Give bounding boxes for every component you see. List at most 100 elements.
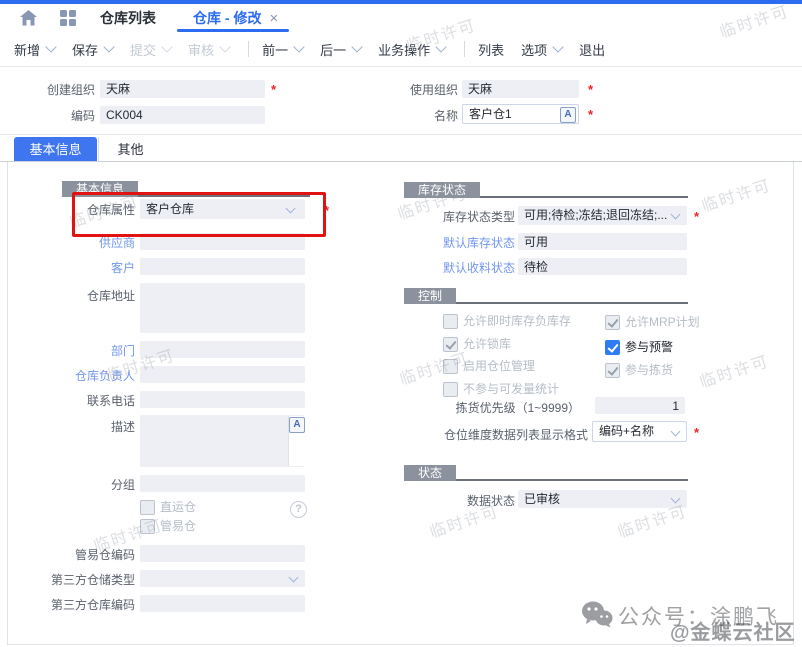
chevron-down-icon [351, 41, 362, 52]
multilang-icon[interactable]: A [560, 107, 576, 123]
picking-checkbox [605, 363, 620, 378]
lock-stock-checkbox [443, 337, 458, 352]
description-label: 描述 [20, 418, 135, 436]
apps-grid-icon[interactable] [60, 10, 76, 31]
warning-checkbox[interactable] [605, 340, 620, 355]
data-status-select[interactable]: 已审核 [518, 490, 687, 508]
options-button[interactable]: 选项 [521, 40, 562, 59]
phone-field [140, 391, 305, 408]
list-button[interactable]: 列表 [478, 40, 504, 59]
description-textarea [140, 415, 305, 467]
panel-border-left [7, 162, 8, 645]
toolbar: 新增 保存 提交 审核 前一 后一 业务操作 列表 选项 退出 [0, 33, 802, 65]
direct-ship-label: 直运仓 [160, 500, 196, 515]
group-inventory-status: 库存状态 [404, 182, 480, 198]
home-icon[interactable] [20, 10, 37, 31]
customer-link-label[interactable]: 客户 [20, 259, 135, 277]
third-party-type-label: 第三方仓储类型 [20, 571, 135, 589]
tab-basic-info[interactable]: 基本信息 [14, 137, 97, 162]
next-button[interactable]: 后一 [320, 40, 361, 59]
guanyi-checkbox [140, 519, 155, 534]
neg-stock-label: 允许即时库存负库存 [463, 314, 571, 329]
group-control: 控制 [404, 288, 456, 304]
code-label: 编码 [20, 107, 95, 125]
window-tab-warehouse-edit[interactable]: 仓库 - 修改× [193, 8, 278, 28]
default-receive-status-field: 待检 [518, 258, 687, 275]
business-ops-label: 业务操作 [378, 40, 430, 59]
community-watermark: @金蝶云社区 [670, 616, 796, 645]
department-field [140, 341, 305, 358]
active-tab-underline [177, 29, 289, 32]
exit-button[interactable]: 退出 [579, 40, 605, 59]
panel-border-right [793, 162, 794, 645]
audit-label: 审核 [188, 40, 214, 59]
third-party-type-select[interactable] [140, 570, 305, 587]
manager-link-label[interactable]: 仓库负责人 [20, 367, 135, 385]
license-watermark: 临时许可 [698, 171, 774, 216]
next-label: 后一 [320, 40, 346, 59]
save-label: 保存 [72, 40, 98, 59]
prev-label: 前一 [262, 40, 288, 59]
chevron-down-icon [219, 41, 230, 52]
default-stock-status-link[interactable]: 默认库存状态 [400, 234, 515, 252]
save-button[interactable]: 保存 [72, 40, 113, 59]
address-label: 仓库地址 [20, 287, 135, 305]
group-field-label: 分组 [20, 476, 135, 494]
tab-bottom-border [0, 161, 802, 162]
mrp-label: 允许MRP计划 [625, 315, 700, 330]
department-link-label[interactable]: 部门 [20, 342, 135, 360]
audit-button: 审核 [188, 40, 229, 59]
direct-ship-checkbox [140, 500, 155, 515]
wechat-icon [581, 600, 613, 633]
picking-label: 参与拣货 [625, 363, 673, 378]
chevron-down-icon [161, 41, 172, 52]
license-watermark: 临时许可 [696, 347, 772, 392]
required-mark: * [271, 82, 276, 97]
group-field [140, 475, 305, 492]
location-mgmt-checkbox [443, 359, 458, 374]
guanyi-code-field [140, 545, 305, 562]
window-tab-warehouse-list[interactable]: 仓库列表 [100, 8, 156, 28]
default-receive-status-link[interactable]: 默认收料状态 [400, 259, 515, 277]
pick-priority-label: 拣货优先级（1~9999） [420, 399, 580, 417]
tab-other[interactable]: 其他 [98, 137, 162, 162]
no-avail-stat-label: 不参与可发量统计 [463, 382, 559, 397]
close-tab-icon[interactable]: × [269, 10, 278, 27]
multilang-icon[interactable]: A [289, 417, 305, 433]
warning-label: 参与预警 [625, 340, 673, 355]
required-mark: * [588, 107, 593, 122]
required-mark: * [694, 209, 699, 224]
customer-field [140, 258, 305, 275]
inv-status-type-select[interactable]: 可用;待检;冻结;退回冻结;... [518, 206, 687, 225]
submit-label: 提交 [130, 40, 156, 59]
pick-priority-field: 1 [595, 397, 685, 414]
prev-button[interactable]: 前一 [262, 40, 303, 59]
business-ops-button[interactable]: 业务操作 [378, 40, 445, 59]
new-label: 新增 [14, 40, 40, 59]
chevron-down-icon [293, 41, 304, 52]
new-button[interactable]: 新增 [14, 40, 55, 59]
warehouse-edit-window: 仓库列表 仓库 - 修改× 新增 保存 提交 审核 前一 后一 业务操作 列表 … [0, 0, 802, 647]
phone-label: 联系电话 [20, 392, 135, 410]
bin-format-label: 仓位维度数据列表显示格式 [420, 426, 588, 444]
chevron-down-icon [435, 41, 446, 52]
mrp-checkbox [605, 315, 620, 330]
top-accent-bar [0, 0, 802, 4]
required-mark: * [588, 82, 593, 97]
default-stock-status-field: 可用 [518, 233, 687, 250]
third-party-code-field [140, 595, 305, 612]
options-label: 选项 [521, 40, 547, 59]
group-status: 状态 [404, 465, 456, 481]
address-textarea [140, 283, 305, 333]
create-org-field: 天麻 [100, 80, 265, 98]
divider [0, 66, 802, 67]
third-party-code-label: 第三方仓库编码 [20, 596, 135, 614]
list-label: 列表 [478, 40, 504, 59]
exit-label: 退出 [579, 40, 605, 59]
name-label: 名称 [383, 107, 458, 125]
divider [0, 134, 802, 135]
data-status-label: 数据状态 [400, 492, 515, 510]
toolbar-separator [248, 41, 249, 57]
help-icon[interactable]: ? [290, 501, 307, 518]
use-org-label: 使用组织 [383, 81, 458, 99]
